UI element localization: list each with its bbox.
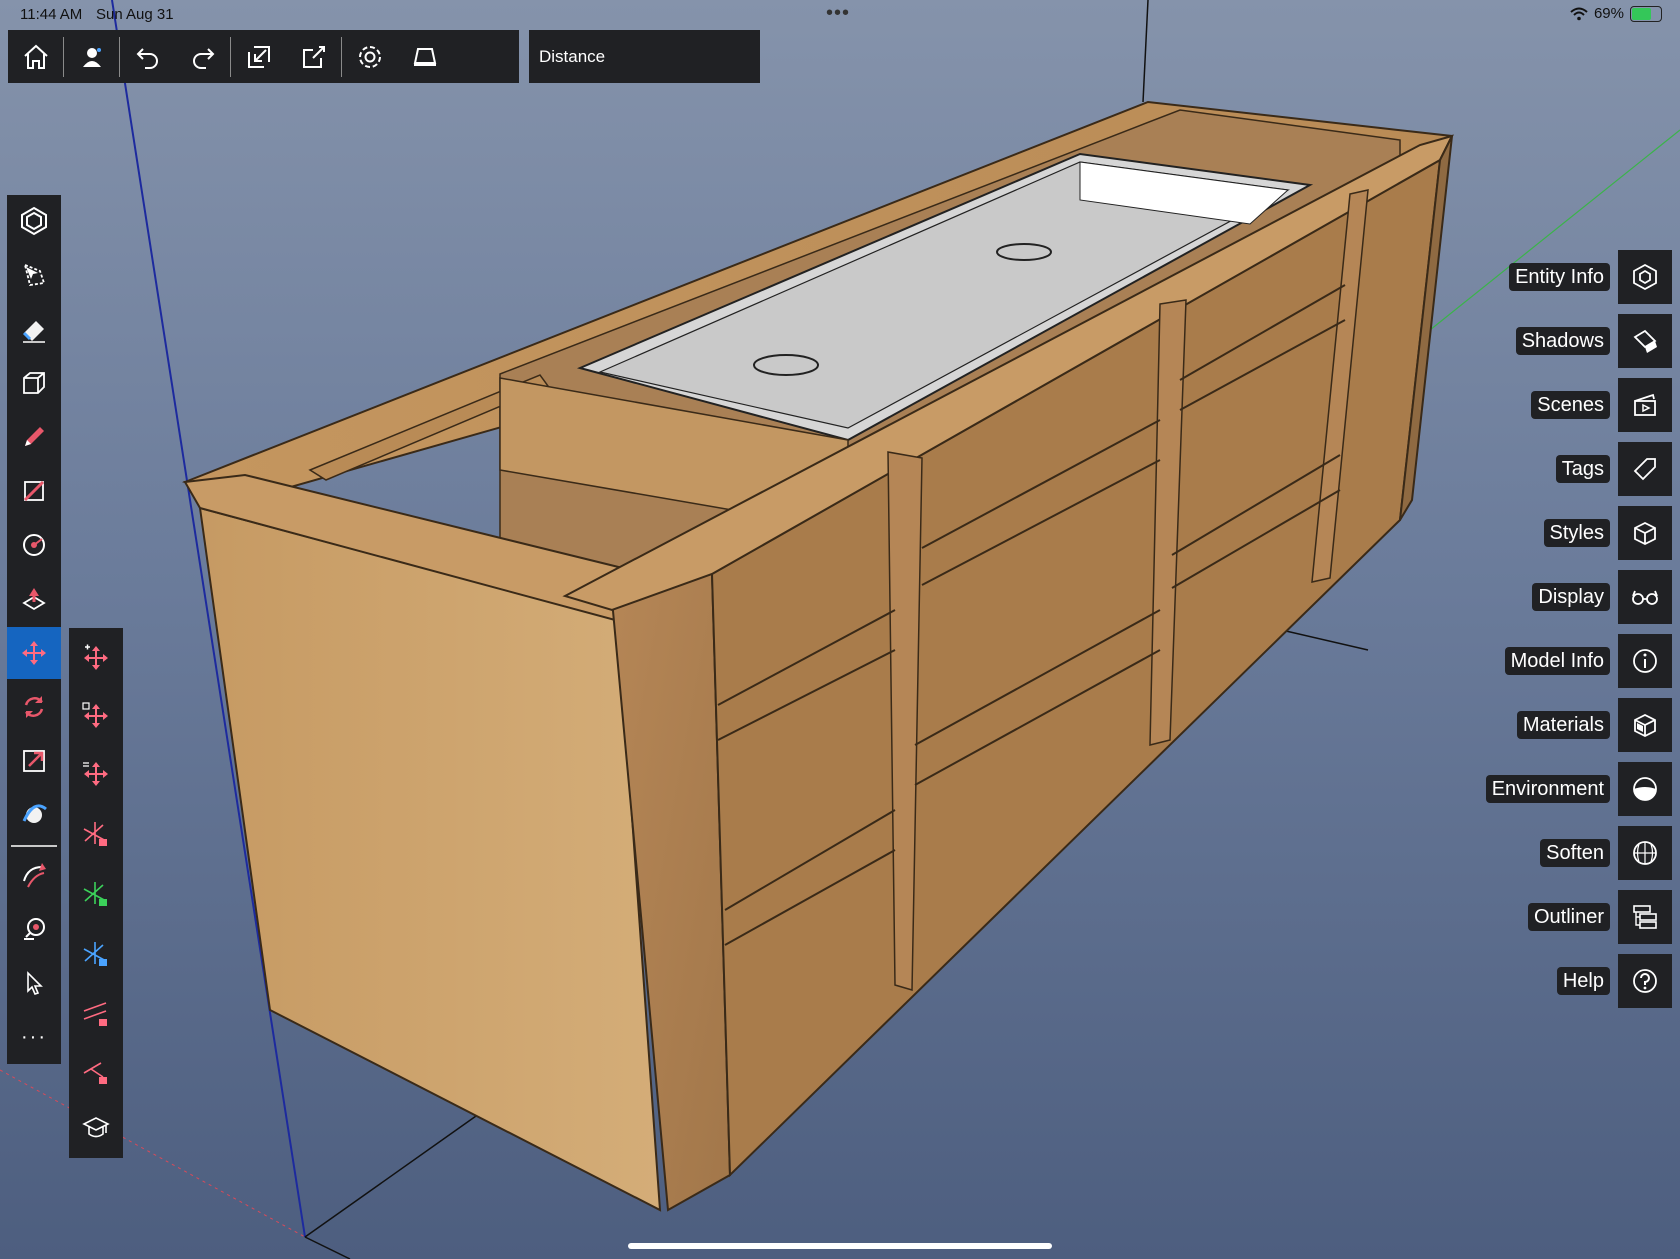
- import-icon[interactable]: [231, 30, 286, 83]
- multitasking-dots-icon[interactable]: •••: [826, 2, 850, 25]
- more-icon[interactable]: ···: [7, 1011, 61, 1063]
- paint-bucket-icon[interactable]: [7, 573, 61, 625]
- profile-icon[interactable]: [64, 30, 119, 83]
- panel-label: Entity Info: [1509, 263, 1610, 291]
- lock-green-axis-icon[interactable]: [69, 868, 123, 920]
- undo-icon[interactable]: [120, 30, 175, 83]
- panel-help[interactable]: Help: [1556, 954, 1672, 1008]
- panel-model-info[interactable]: Model Info: [1504, 634, 1672, 688]
- panel-label: Tags: [1555, 455, 1610, 483]
- circle-icon[interactable]: [7, 519, 61, 571]
- panel-label: Outliner: [1527, 903, 1610, 931]
- battery-percent: 69%: [1593, 5, 1624, 22]
- move-copy-icon[interactable]: [69, 690, 123, 742]
- shadows-icon[interactable]: [1618, 314, 1672, 368]
- help-icon[interactable]: [1618, 954, 1672, 1008]
- view-icon[interactable]: [397, 30, 452, 83]
- materials-icon[interactable]: [1618, 698, 1672, 752]
- rectangle-icon[interactable]: [7, 465, 61, 517]
- entity-info-icon[interactable]: [1618, 250, 1672, 304]
- lasso-icon[interactable]: [7, 249, 61, 301]
- environment-icon[interactable]: [1618, 762, 1672, 816]
- scenes-icon[interactable]: [1618, 378, 1672, 432]
- measurement-label: Distance: [539, 46, 606, 66]
- soften-icon[interactable]: [1618, 826, 1672, 880]
- panel-shadows[interactable]: Shadows: [1515, 314, 1672, 368]
- move-array-icon[interactable]: [69, 748, 123, 800]
- rotate-icon[interactable]: [7, 681, 61, 733]
- settings-icon[interactable]: [342, 30, 397, 83]
- panel-environment[interactable]: Environment: [1485, 762, 1672, 816]
- panel-label: Scenes: [1531, 391, 1610, 419]
- eraser-icon[interactable]: [7, 303, 61, 355]
- styles-icon[interactable]: [1618, 506, 1672, 560]
- panel-scenes[interactable]: Scenes: [1531, 378, 1672, 432]
- push-pull-icon[interactable]: [7, 357, 61, 409]
- pencil-icon[interactable]: [7, 411, 61, 463]
- move-sub-tool-palette: [69, 628, 123, 1158]
- panel-label: Soften: [1540, 839, 1610, 867]
- panel-label: Environment: [1485, 775, 1610, 803]
- battery-icon: [1630, 5, 1662, 22]
- panel-label: Shadows: [1515, 327, 1610, 355]
- tags-icon[interactable]: [1618, 442, 1672, 496]
- status-bar: 11:44 AM Sun Aug 31 ••• 69%: [0, 0, 1680, 28]
- panel-label: Materials: [1516, 711, 1610, 739]
- tutorial-icon[interactable]: [69, 1102, 123, 1154]
- left-tool-palette: ···: [7, 195, 61, 1064]
- redo-icon[interactable]: [175, 30, 230, 83]
- home-indicator[interactable]: [628, 1243, 1052, 1249]
- panel-soften[interactable]: Soften: [1540, 826, 1672, 880]
- model-info-icon[interactable]: [1618, 634, 1672, 688]
- panel-entity-info[interactable]: Entity Info: [1509, 250, 1672, 304]
- panel-label: Styles: [1543, 519, 1610, 547]
- panel-label: Help: [1556, 967, 1610, 995]
- lock-red-axis-icon[interactable]: [69, 808, 123, 860]
- model-viewport[interactable]: [0, 0, 1680, 1259]
- status-date: Sun Aug 31: [96, 6, 174, 23]
- select-icon[interactable]: [7, 957, 61, 1009]
- move-icon[interactable]: [7, 627, 61, 679]
- panel-display[interactable]: Display: [1532, 570, 1672, 624]
- display-icon[interactable]: [1618, 570, 1672, 624]
- panel-label: Model Info: [1504, 647, 1610, 675]
- orbit-icon[interactable]: [7, 789, 61, 841]
- lock-blue-axis-icon[interactable]: [69, 928, 123, 980]
- move-icon[interactable]: [69, 632, 123, 684]
- tape-measure-icon[interactable]: [7, 903, 61, 955]
- scale-icon[interactable]: [7, 735, 61, 787]
- panel-styles[interactable]: Styles: [1543, 506, 1672, 560]
- panel-materials[interactable]: Materials: [1516, 698, 1672, 752]
- follow-me-icon[interactable]: [7, 849, 61, 901]
- panel-label: Display: [1532, 583, 1610, 611]
- lock-perpendicular-icon[interactable]: [69, 1046, 123, 1098]
- export-icon[interactable]: [286, 30, 341, 83]
- select-all-icon[interactable]: [7, 195, 61, 247]
- top-toolbar: [8, 30, 519, 83]
- measurement-box[interactable]: Distance: [529, 30, 760, 83]
- panel-tags[interactable]: Tags: [1555, 442, 1672, 496]
- wifi-icon: [1570, 7, 1588, 21]
- panel-outliner[interactable]: Outliner: [1527, 890, 1672, 944]
- outliner-icon[interactable]: [1618, 890, 1672, 944]
- home-icon[interactable]: [8, 30, 63, 83]
- lock-parallel-icon[interactable]: [69, 988, 123, 1040]
- status-time: 11:44 AM: [20, 6, 83, 23]
